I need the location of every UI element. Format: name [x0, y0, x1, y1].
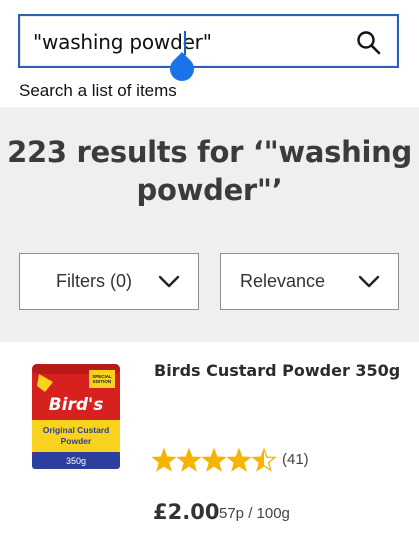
custard-tub-image: SPECIAL EDITION Bird's Original Custard P… — [32, 364, 120, 469]
search-icon — [357, 31, 381, 55]
pack-line1-text: Original Custard — [43, 425, 110, 435]
sort-label: Relevance — [240, 271, 326, 291]
pack-size-text: 350g — [66, 456, 86, 466]
product-name-link[interactable]: Birds Custard Powder 350g — [154, 361, 400, 380]
chevron-down-icon — [358, 275, 380, 288]
star-icon — [176, 448, 202, 472]
review-count[interactable]: (41) — [282, 451, 309, 468]
pack-brand-text: Bird's — [49, 395, 104, 415]
product-price: £2.00 — [153, 500, 220, 524]
star-icon — [251, 448, 277, 472]
star-rating — [152, 448, 277, 472]
sort-dropdown[interactable]: Relevance — [220, 253, 399, 310]
product-rating: (41) — [152, 448, 352, 474]
results-heading-line-1: 223 results for ‘"washing — [7, 135, 412, 169]
search-button[interactable] — [355, 29, 383, 57]
search-helper-label: Search a list of items — [19, 81, 177, 100]
product-image[interactable]: SPECIAL EDITION Bird's Original Custard P… — [29, 360, 123, 473]
results-heading-line-2: powder"’ — [136, 173, 283, 207]
search-bar: "washing powder" — [18, 14, 399, 86]
filters-dropdown[interactable]: Filters (0) — [19, 253, 199, 310]
pack-banner-text: SPECIAL EDITION — [92, 374, 112, 384]
unit-price: 57p / 100g — [219, 505, 290, 522]
chevron-down-icon — [158, 275, 180, 288]
star-icon — [152, 448, 177, 472]
star-icon — [201, 448, 227, 472]
results-count-heading: 223 results for ‘"washing powder"’ — [0, 133, 419, 209]
text-cursor — [184, 31, 186, 55]
filters-label: Filters (0) — [56, 271, 132, 291]
results-header-panel: 223 results for ‘"washing powder"’ Filte… — [0, 107, 419, 342]
search-input[interactable]: "washing powder" — [18, 14, 399, 68]
pack-line2-text: Powder — [61, 436, 92, 446]
star-icon — [226, 448, 252, 472]
